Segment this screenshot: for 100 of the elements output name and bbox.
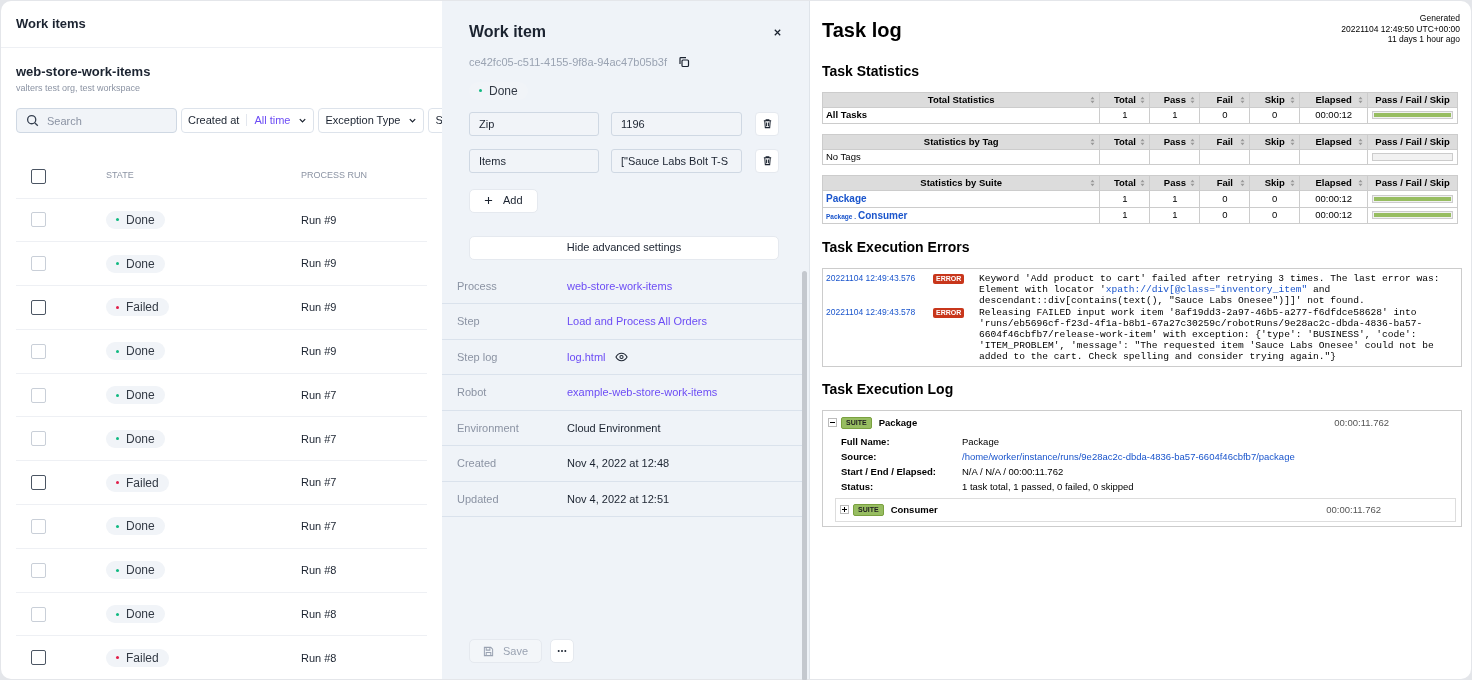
status-badge: Done xyxy=(106,254,165,273)
checkbox[interactable] xyxy=(31,650,46,666)
table-cell: 00:00:12 xyxy=(1315,192,1353,204)
detail-label: Updated xyxy=(456,491,500,507)
detail-link[interactable]: log.html xyxy=(567,348,606,365)
column-header: Skip xyxy=(1264,93,1285,107)
meta-label: Status: xyxy=(841,479,875,494)
filter-dropdown[interactable]: Exception Type xyxy=(318,107,425,133)
checkbox[interactable] xyxy=(31,475,46,491)
column-header: Statistics by Tag xyxy=(923,134,999,149)
search-icon xyxy=(26,113,39,127)
sort-icon[interactable] xyxy=(1090,179,1096,188)
plus-icon xyxy=(484,196,493,205)
sort-icon[interactable] xyxy=(1358,179,1364,188)
sort-icon[interactable] xyxy=(1240,137,1246,146)
checkbox[interactable] xyxy=(31,168,46,184)
sort-icon[interactable] xyxy=(1358,96,1364,105)
timestamp-link[interactable]: 20221104 12:49:43.578 xyxy=(826,306,933,318)
collapse-icon[interactable] xyxy=(828,418,837,428)
detail-link[interactable]: example-web-store-work-items xyxy=(567,384,718,401)
meta-label: Full Name: xyxy=(841,434,891,449)
filter-dropdown[interactable]: Created at All time xyxy=(181,107,315,133)
generated-text: 20221104 12:49:50 UTC+00:00 xyxy=(1341,23,1460,34)
detail-label: Environment xyxy=(456,420,520,436)
sort-icon[interactable] xyxy=(1358,137,1364,146)
table-cell: 0 xyxy=(1222,192,1228,204)
table-cell-text: Run #7 xyxy=(301,431,337,447)
table-cell-text: Run #8 xyxy=(301,650,337,666)
sort-icon[interactable] xyxy=(1140,137,1146,146)
suite-link[interactable]: Consumer xyxy=(858,209,908,221)
table-cell-text: Run #8 xyxy=(301,563,337,578)
column-header: Fail xyxy=(1216,93,1233,107)
table-cell: No Tags xyxy=(826,150,861,162)
suite-name: Consumer xyxy=(890,502,938,517)
item-id: ce42fc05-c511-4155-9f8a-94ac47b05b3f xyxy=(469,55,667,70)
table-cell: 1 xyxy=(1172,109,1178,121)
sort-icon[interactable] xyxy=(1090,96,1096,105)
table-cell-text: Run #7 xyxy=(301,519,337,535)
checkbox[interactable] xyxy=(31,300,46,315)
detail-value: Nov 4, 2022 at 12:48 xyxy=(567,456,670,471)
toggle-settings-button[interactable]: Hide advanced settings xyxy=(469,235,779,260)
key-field[interactable]: Zip xyxy=(469,111,599,136)
locator-link[interactable]: xpath://div[@class="inventory_item" xyxy=(1105,283,1308,295)
value-field[interactable]: ["Sauce Labs Bolt T-S xyxy=(611,148,742,173)
status-badge: Done xyxy=(106,342,165,361)
sort-icon[interactable] xyxy=(1290,96,1296,105)
status-badge: Failed xyxy=(106,298,169,317)
process-title: web-store-work-items xyxy=(16,64,152,80)
search-field[interactable]: Search xyxy=(16,108,177,133)
table-cell: 00:00:12 xyxy=(1315,109,1353,121)
table-cell: 0 xyxy=(1222,209,1228,220)
sort-icon[interactable] xyxy=(1290,137,1296,146)
sort-icon[interactable] xyxy=(1190,96,1196,105)
detail-link[interactable]: Load and Process All Orders xyxy=(567,313,708,330)
expand-icon[interactable] xyxy=(840,505,849,515)
column-header: Pass xyxy=(1163,134,1186,149)
sort-icon[interactable] xyxy=(1090,137,1096,146)
more-button[interactable] xyxy=(550,639,575,663)
status-badge: Done xyxy=(106,517,165,536)
suite-link[interactable]: Package xyxy=(826,193,867,205)
value-field[interactable]: 1196 xyxy=(611,111,742,136)
filter-dropdown[interactable]: S xyxy=(428,107,442,133)
eye-icon[interactable] xyxy=(614,351,628,362)
scrollbar[interactable] xyxy=(802,271,807,680)
status-badge: Done xyxy=(106,429,165,448)
detail-link[interactable]: web-store-work-items xyxy=(567,277,673,294)
table-cell-text: Run #8 xyxy=(301,606,337,622)
trash-icon xyxy=(761,118,773,129)
add-button[interactable]: Add xyxy=(469,188,538,213)
sort-icon[interactable] xyxy=(1190,179,1196,188)
delete-button[interactable] xyxy=(755,148,779,173)
table-cell-text: Run #9 xyxy=(301,256,337,272)
source-link[interactable]: /home/worker/instance/runs/9e28ac2c-dbda-4836-ba57-6604f46cbfb7/package xyxy=(962,448,1295,464)
status-badge: Failed xyxy=(106,648,169,667)
sort-icon[interactable] xyxy=(1140,179,1146,188)
column-header: Total Statistics xyxy=(927,93,995,107)
delete-button[interactable] xyxy=(755,111,779,136)
table-cell: 0 xyxy=(1272,192,1278,204)
detail-value: Nov 4, 2022 at 12:51 xyxy=(567,491,670,507)
sort-icon[interactable] xyxy=(1240,179,1246,188)
column-header: Pass xyxy=(1163,176,1186,190)
column-header: Skip xyxy=(1264,176,1285,190)
status-badge: Done xyxy=(106,386,165,405)
sort-icon[interactable] xyxy=(1240,96,1246,105)
table-cell: 1 xyxy=(1172,209,1178,220)
key-field[interactable]: Items xyxy=(469,148,599,173)
timestamp-link[interactable]: 20221104 12:49:43.576 xyxy=(826,272,933,284)
column-header: Elapsed xyxy=(1315,134,1352,149)
column-header: Fail xyxy=(1216,176,1233,190)
table-cell: 1 xyxy=(1122,109,1128,121)
sort-icon[interactable] xyxy=(1190,137,1196,146)
sort-icon[interactable] xyxy=(1290,179,1296,188)
generated-text: 11 days 1 hour ago xyxy=(1386,34,1460,45)
copy-icon[interactable] xyxy=(677,56,690,69)
more-icon xyxy=(557,649,568,653)
error-message: Releasing FAILED input work item '8af19dd3-2a97-46b5-a277-f6dfdce58628' into 'runs/eb5696cf-f23d-4f1a-b8b1-67a27c30259c/robotRuns/9e28ac2c-dbda-4836-ba57-6604f46cbfb7/release-work-item' with exception: {'type': 'BUSINESS', 'code': 'ITEM_PROBLEM', 'message': "The requested item 'Sauce Labs Onesee' could not be added to the cart. Check spelling and consider trying again."} xyxy=(979,306,1435,362)
detail-value: Cloud Environment xyxy=(567,420,661,436)
meta-value: 1 task total, 1 passed, 0 failed, 0 skipped xyxy=(962,479,1134,494)
detail-label: Process xyxy=(456,278,498,294)
sort-icon[interactable] xyxy=(1140,96,1146,105)
